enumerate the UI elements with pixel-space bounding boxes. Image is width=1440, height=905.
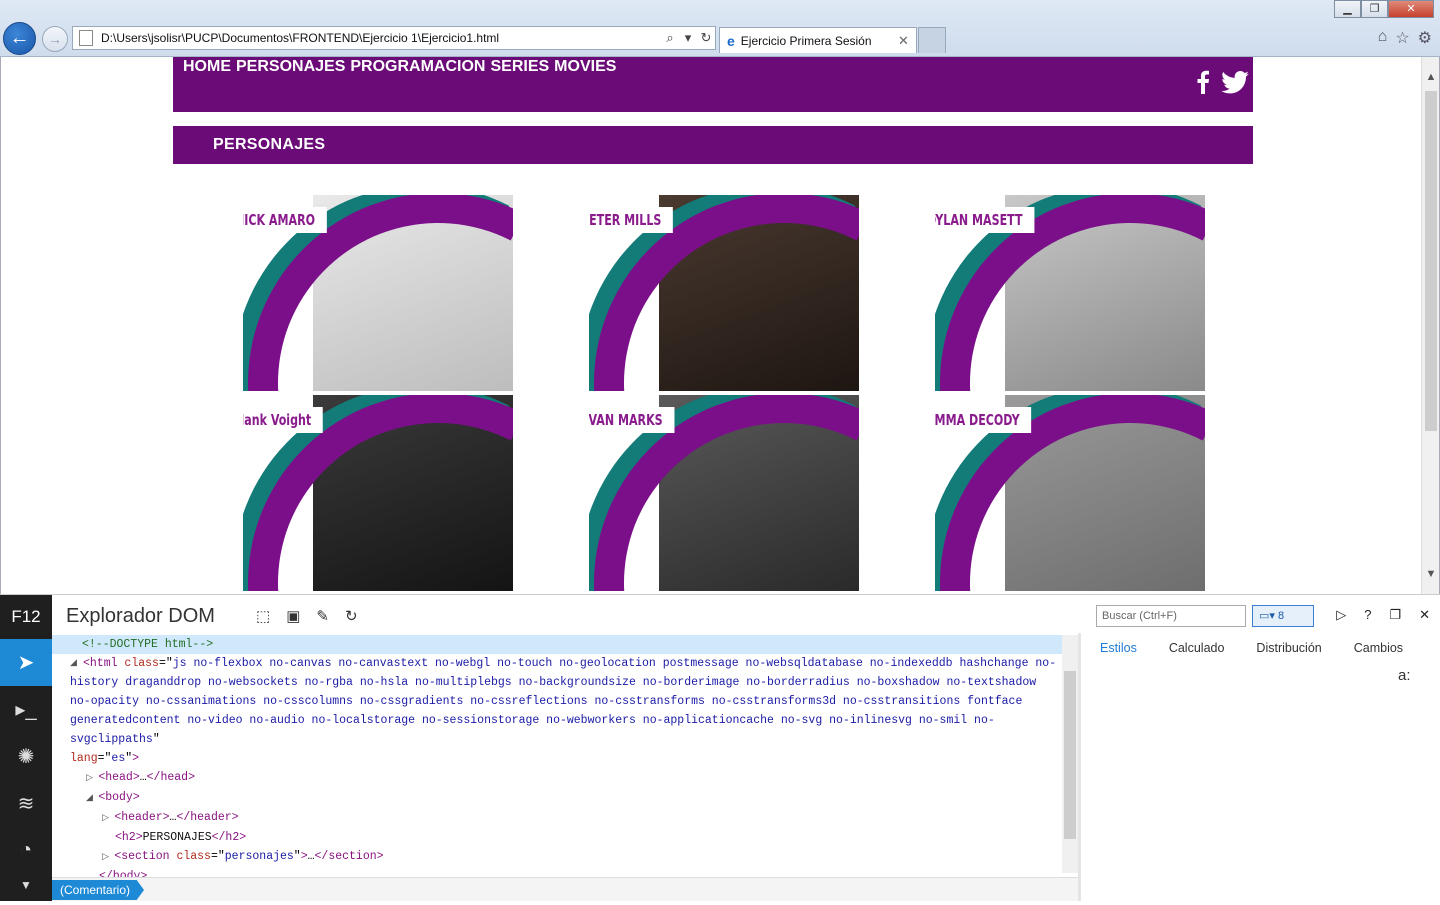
dom-node-html[interactable]: ◢ <html class="js no-flexbox no-canvas no… [52, 654, 1062, 768]
favorites-star-icon[interactable]: ☆ [1395, 28, 1409, 48]
pseudo-state-toggle[interactable]: a: [1398, 667, 1411, 684]
dom-node-comment[interactable]: <!--DOCTYPE html--> [52, 635, 1062, 654]
devtools-window-controls: ▷ ? ❐ ✕ [1336, 607, 1430, 623]
breadcrumb-item[interactable]: (Comentario) [52, 880, 145, 900]
console-tool-icon[interactable]: ▸_ [0, 686, 52, 733]
section-heading: PERSONAJES [173, 126, 1253, 164]
network-tool-icon[interactable]: ≋ [0, 780, 52, 827]
help-icon[interactable]: ? [1364, 607, 1371, 623]
tab-estilos[interactable]: Estilos [1100, 641, 1137, 655]
facebook-icon[interactable] [1197, 70, 1209, 94]
window-controls: ▁ ❐ ✕ [1334, 0, 1434, 18]
emulation-indicator[interactable]: ▭▾ 8 [1252, 605, 1314, 627]
browser-chrome: ▁ ❐ ✕ ← → D:\Users\jsolisr\PUCP\Document… [0, 0, 1440, 57]
devtools-toolbar: ⬚ ▣ ✎ ↻ [256, 607, 358, 625]
character-card[interactable]: NICK AMARO [243, 195, 513, 391]
browser-tab[interactable]: e Ejercicio Primera Sesión ✕ [719, 27, 917, 53]
collapse-icon[interactable]: ◢ [70, 654, 77, 673]
dom-node-h2[interactable]: <h2>PERSONAJES</h2> [52, 828, 1062, 847]
dom-explorer-tool-icon[interactable]: ➤ [0, 639, 52, 686]
nav-movies[interactable]: MOVIES [554, 58, 616, 76]
f12-label: F12 [11, 607, 41, 626]
close-devtools-icon[interactable]: ✕ [1419, 607, 1430, 623]
forward-arrow-icon: → [48, 31, 62, 47]
dom-node-header[interactable]: ▷ <header>…</header> [52, 808, 1062, 828]
address-text: D:\Users\jsolisr\PUCP\Documentos\FRONTEN… [101, 31, 500, 45]
devtools-search-input[interactable]: Buscar (Ctrl+F) [1096, 605, 1246, 627]
browser-toolbar-icons: ⌂ ☆ ⚙ [1378, 28, 1432, 48]
page-viewport: HOME PERSONAJES PROGRAMACION SERIES MOVI… [0, 57, 1440, 594]
debugger-tool-icon[interactable]: ✺ [0, 733, 52, 780]
site-header: HOME PERSONAJES PROGRAMACION SERIES MOVI… [173, 57, 1253, 112]
back-button[interactable]: ← [3, 22, 36, 55]
refresh-icon[interactable]: ↻ [697, 30, 715, 46]
home-icon[interactable]: ⌂ [1378, 28, 1388, 48]
search-icon[interactable]: ⌕ [661, 30, 679, 46]
site-nav: HOME PERSONAJES PROGRAMACION SERIES MOVI… [183, 58, 616, 76]
tab-cambios[interactable]: Cambios [1354, 641, 1403, 655]
devtools-sidebar: F12 ➤ ▸_ ✺ ≋ ◔ ▼ [0, 595, 52, 901]
nav-series[interactable]: SERIES [490, 58, 549, 76]
pane-splitter[interactable] [1078, 633, 1081, 901]
color-picker-icon[interactable]: ✎ [316, 607, 329, 625]
nav-home[interactable]: HOME [183, 58, 231, 76]
tab-title: Ejercicio Primera Sesión [740, 33, 872, 48]
dom-node-head[interactable]: ▷ <head>…</head> [52, 768, 1062, 788]
character-name: DYLAN MASETT [935, 207, 1035, 233]
dropdown-icon[interactable]: ▾ [679, 30, 697, 46]
twitter-icon[interactable] [1221, 70, 1249, 94]
dom-node-body[interactable]: ◢ <body> [52, 788, 1062, 808]
maximize-button[interactable]: ❐ [1361, 0, 1388, 18]
character-name: NICK AMARO [243, 207, 327, 233]
highlight-icon[interactable]: ▣ [286, 607, 300, 625]
dom-scroll-thumb[interactable] [1064, 671, 1076, 839]
character-card[interactable]: PETER MILLS [589, 195, 859, 391]
ie-logo-icon: e [727, 32, 735, 49]
select-element-icon[interactable]: ⬚ [256, 607, 270, 625]
tab-calculado[interactable]: Calculado [1169, 641, 1225, 655]
character-card[interactable]: Hank Voight [243, 395, 513, 591]
scroll-down-icon[interactable]: ▼ [1422, 568, 1439, 580]
page-scrollbar[interactable]: ▲ ▼ [1421, 57, 1439, 594]
close-window-button[interactable]: ✕ [1388, 0, 1434, 18]
scroll-thumb[interactable] [1425, 91, 1437, 431]
character-name: EMMA DECODY [935, 407, 1032, 433]
close-tab-icon[interactable]: ✕ [898, 33, 916, 49]
scroll-up-icon[interactable]: ▲ [1422, 71, 1439, 83]
tab-distribucion[interactable]: Distribución [1256, 641, 1321, 655]
refresh-dom-icon[interactable]: ↻ [345, 607, 358, 625]
dom-node-section[interactable]: ▷ <section class="personajes">…</section… [52, 847, 1062, 867]
devtools-panel: F12 ➤ ▸_ ✺ ≋ ◔ ▼ Explorador DOM ⬚ ▣ ✎ ↻ … [0, 594, 1440, 902]
settings-gear-icon[interactable]: ⚙ [1418, 28, 1432, 48]
address-bar[interactable]: D:\Users\jsolisr\PUCP\Documentos\FRONTEN… [72, 26, 716, 50]
dom-scrollbar[interactable] [1062, 635, 1078, 873]
minimize-button[interactable]: ▁ [1334, 0, 1361, 18]
performance-tool-icon[interactable]: ◔ [0, 827, 52, 874]
dom-tree: <!--DOCTYPE html--> ◢ <html class="js no-… [52, 635, 1062, 902]
more-tools-icon[interactable]: ▼ [0, 874, 52, 896]
character-card[interactable]: EVAN MARKS [589, 395, 859, 591]
nav-personajes[interactable]: PERSONAJES [236, 58, 345, 76]
back-arrow-icon: ← [9, 27, 30, 49]
character-name: Hank Voight [243, 407, 323, 433]
character-card[interactable]: DYLAN MASETT [935, 195, 1205, 391]
styles-tabs: Estilos Calculado Distribución Cambios [1100, 641, 1403, 655]
document-icon [79, 30, 93, 46]
dom-breadcrumb-bar: (Comentario) [52, 877, 1078, 901]
character-card[interactable]: EMMA DECODY [935, 395, 1205, 591]
devtools-title: Explorador DOM [66, 605, 215, 627]
run-icon[interactable]: ▷ [1336, 607, 1346, 623]
forward-button[interactable]: → [42, 26, 68, 52]
undock-icon[interactable]: ❐ [1389, 607, 1401, 623]
character-name: EVAN MARKS [589, 407, 675, 433]
social-links [1197, 70, 1249, 94]
emulation-count: 8 [1277, 610, 1285, 622]
nav-programacion[interactable]: PROGRAMACION [350, 58, 485, 76]
character-name: PETER MILLS [589, 207, 673, 233]
new-tab-button[interactable] [918, 27, 946, 53]
